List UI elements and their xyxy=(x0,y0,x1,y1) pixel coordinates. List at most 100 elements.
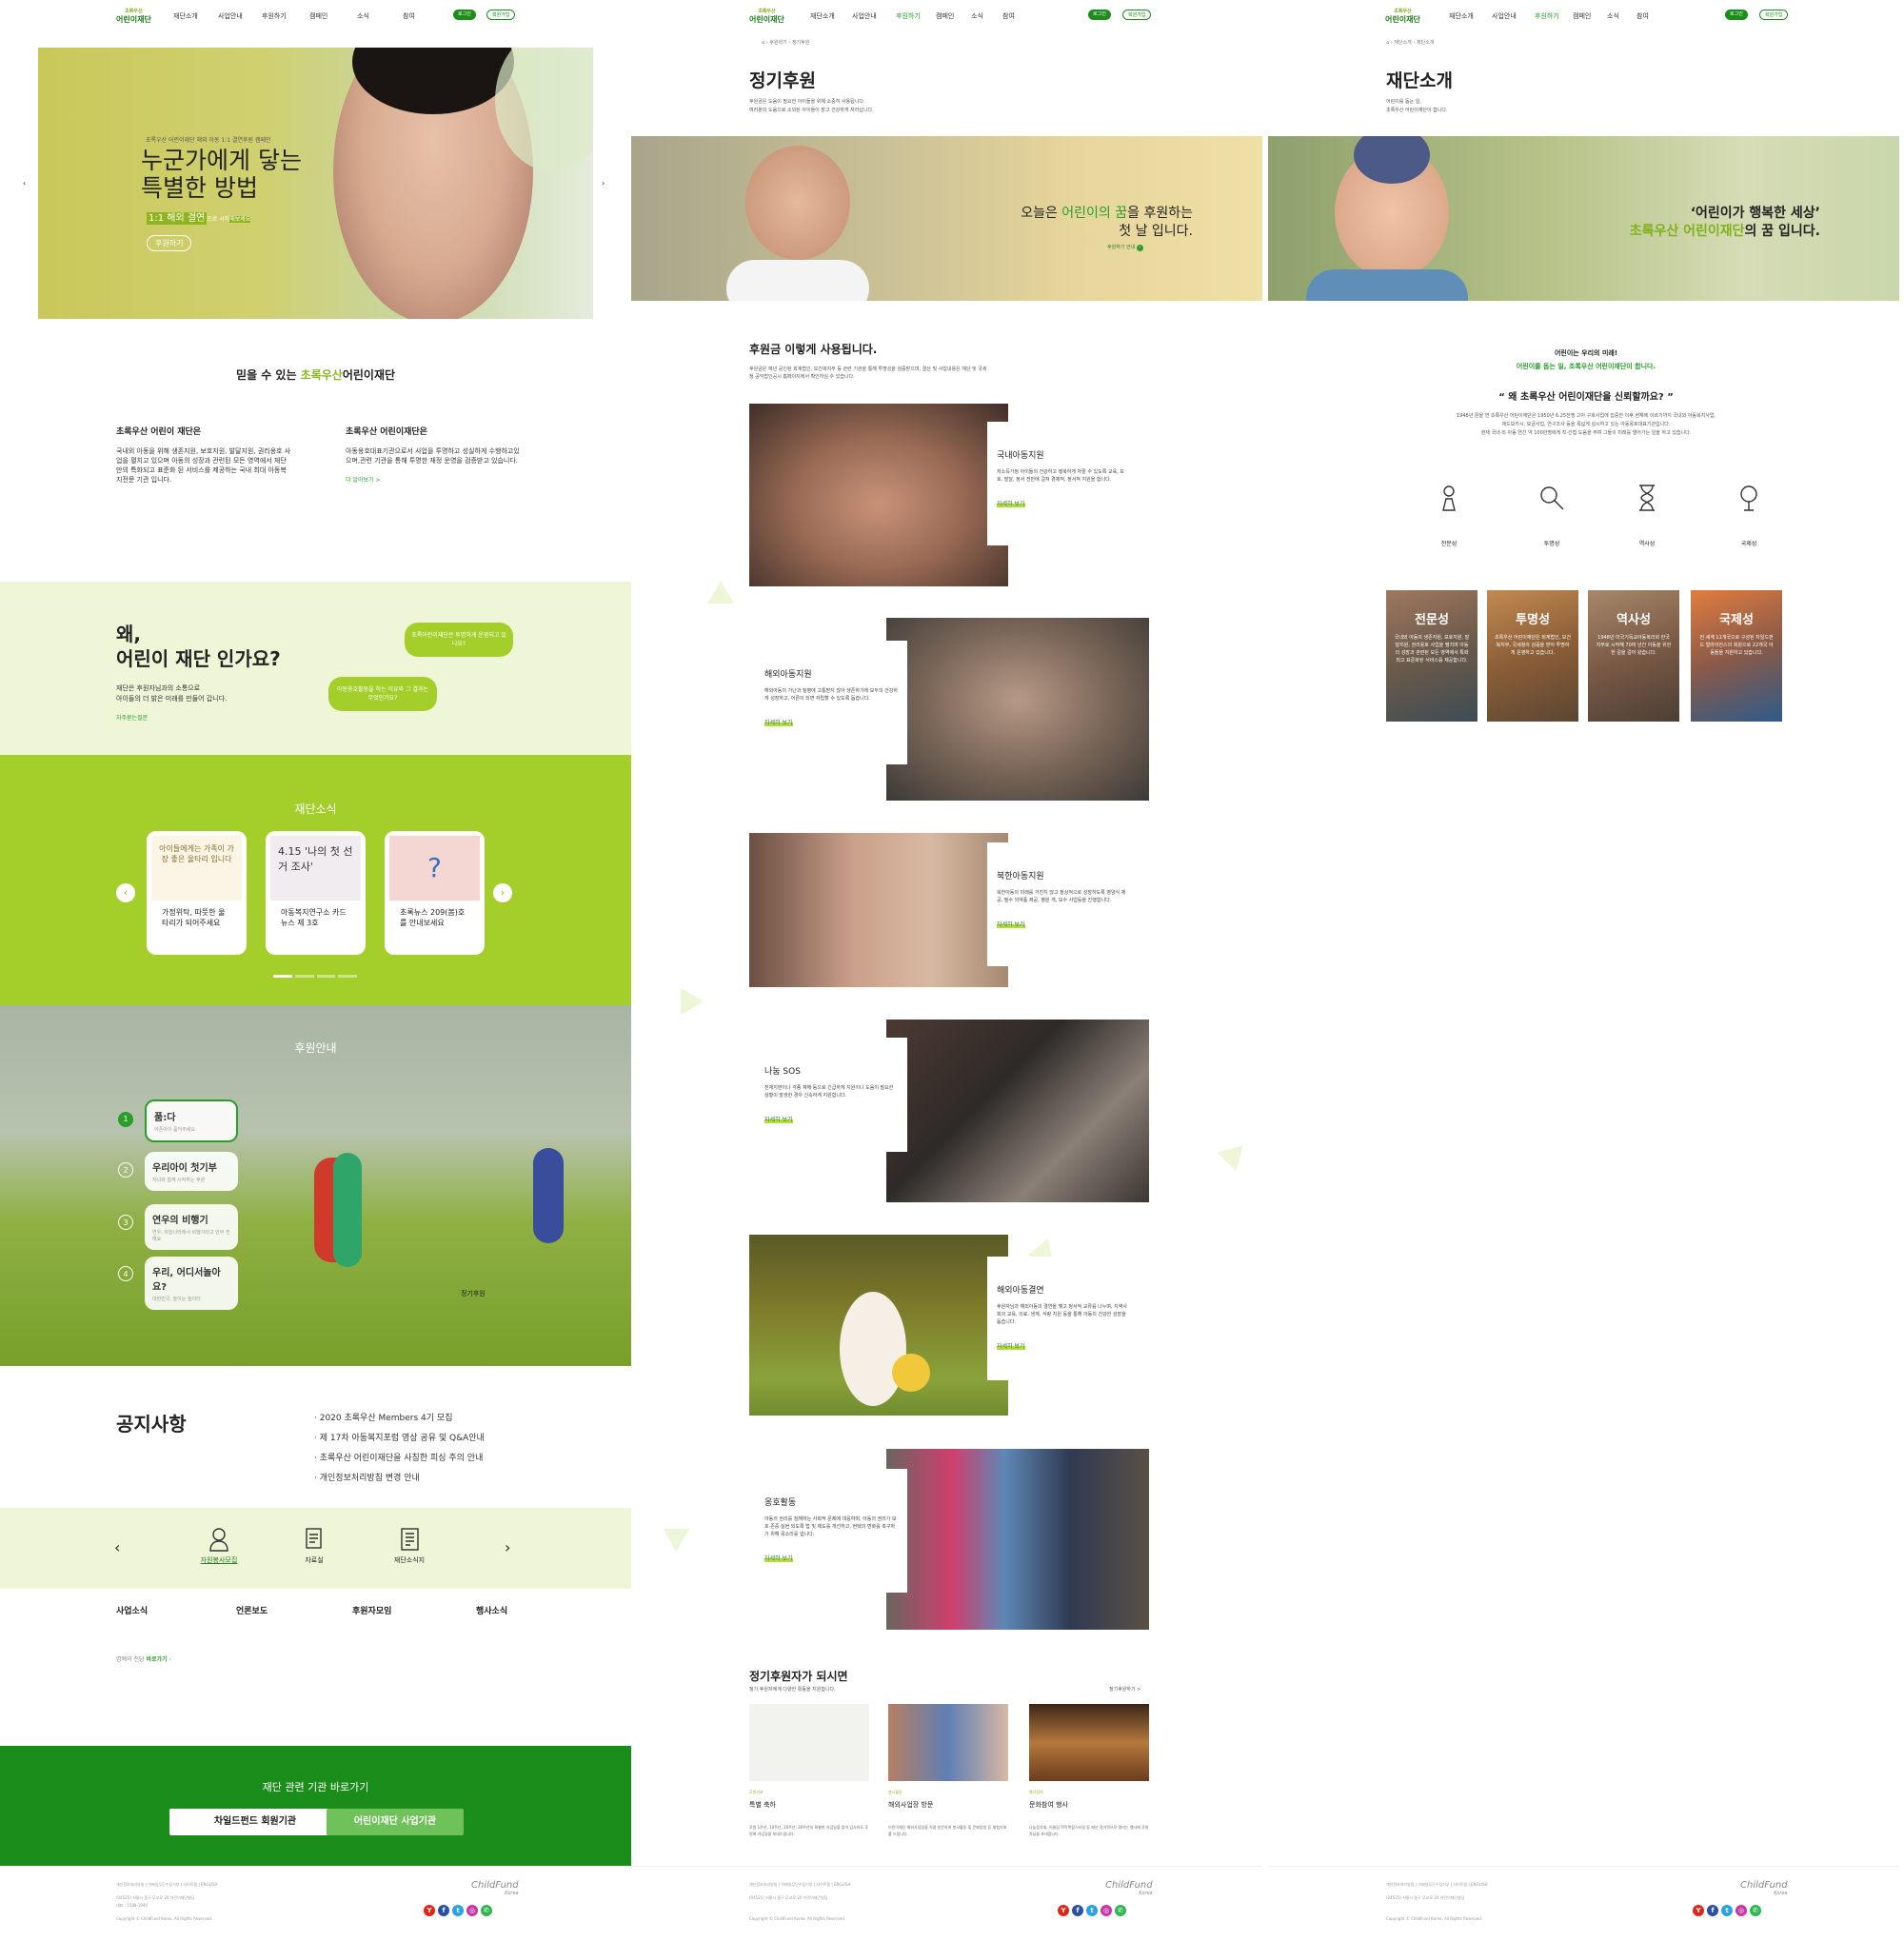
logo[interactable]: 초록우산 어린이재단 xyxy=(749,8,784,25)
nk-support-more[interactable]: 자세히 보기 xyxy=(997,920,1025,928)
benefit-card-2[interactable]: 봉사활동 해외사업장 방문 어린이재단 해외사업장을 직접 방문하여 봉사활동 및 … xyxy=(888,1790,1008,1837)
support-tab-4[interactable]: 우리, 어디서놀아요? 대한민국, 놀이는 놀이터 xyxy=(145,1257,238,1310)
news-card-1[interactable]: 아이들에게는 가족이 가장 좋은 울타리 입니다 가정위탁, 따뜻한 울타리가 … xyxy=(147,831,247,955)
hall-of-fame-link[interactable]: 바로가기 xyxy=(146,1656,167,1663)
news-page-dot[interactable] xyxy=(273,975,292,978)
instagram-icon[interactable]: ◎ xyxy=(1735,1905,1747,1916)
value-card-international[interactable]: 국제성 전 세계 11개국으로 구성된 차일드펀드 얼라이언스의 회원으로 22개… xyxy=(1691,590,1782,722)
kakao-icon[interactable]: ✆ xyxy=(1115,1905,1126,1916)
news-next-arrow[interactable]: › xyxy=(493,883,512,902)
youtube-icon[interactable]: Y xyxy=(424,1905,435,1916)
facebook-icon[interactable]: f xyxy=(1707,1905,1718,1916)
news-page-dot[interactable] xyxy=(316,975,336,978)
logo[interactable]: 초록우산 어린이재단 xyxy=(1385,8,1420,25)
donation-guide-link[interactable]: 후원하기 안내 › xyxy=(1107,244,1143,251)
regular-donation-link[interactable]: 정기후원 xyxy=(461,1289,486,1298)
notice-item[interactable]: · 초록우산 어린이재단을 사칭한 피싱 주의 안내 xyxy=(314,1449,485,1469)
nav-item-news[interactable]: 소식 xyxy=(971,11,983,21)
youtube-icon[interactable]: Y xyxy=(1693,1905,1704,1916)
nav-item-join[interactable]: 참여 xyxy=(1002,11,1015,21)
archive-link[interactable]: 자료실 xyxy=(286,1527,343,1565)
support-tab-1[interactable]: 품:다 아픈아이 품어주세요 xyxy=(145,1099,238,1142)
kakao-icon[interactable]: ✆ xyxy=(481,1905,492,1916)
volunteer-link[interactable]: 자원봉사모집 xyxy=(190,1527,248,1565)
notice-item[interactable]: · 2020 초록우산 Members 4기 모집 xyxy=(314,1409,485,1429)
hero-prev-arrow[interactable]: ‹ xyxy=(23,179,26,188)
nav-item-campaign[interactable]: 캠페인 xyxy=(936,11,954,21)
support-title: 후원안내 xyxy=(294,1041,337,1055)
logo[interactable]: 초록우산 어린이재단 xyxy=(116,8,151,25)
faq-bubble-1[interactable]: 초록어린이재단은 투명하게 운영되고 있나요? xyxy=(405,623,513,657)
faq-bubble-2[interactable]: 아동옹호활동을 하는 이유와 그 결과는 무엇인가요? xyxy=(328,677,437,711)
benefit-card-1[interactable]: 후원리포 특별 축하 후원 1주년, 10주년, 20주년, 30주년의 특별한 기… xyxy=(749,1790,869,1837)
quick-prev-arrow[interactable]: ‹ xyxy=(114,1538,120,1556)
nav-item-donate[interactable]: 후원하기 xyxy=(1535,11,1559,21)
news-card-2[interactable]: 4.15 '나의 첫 선거 조사' 아동복지연구소 카드뉴스 제 3호 xyxy=(266,831,366,955)
nav-item-join[interactable]: 참여 xyxy=(1636,11,1649,21)
faq-link[interactable]: 자주묻는질문 xyxy=(116,713,148,722)
news-page-dot[interactable] xyxy=(338,975,357,978)
value-card-expertise[interactable]: 전문성 국내외 아동의 생존지원, 보호지원, 발달지원, 권리옹호 사업을 펼치… xyxy=(1386,590,1478,722)
signup-button[interactable]: 회원가입 xyxy=(1122,10,1152,20)
nav-item-news[interactable]: 소식 xyxy=(1607,11,1619,21)
nav-item-about[interactable]: 재단소개 xyxy=(810,11,835,21)
facebook-icon[interactable]: f xyxy=(1072,1905,1083,1916)
about-more-link[interactable]: 더 알아보기 > xyxy=(346,475,522,484)
newsletter-link[interactable]: 재단소식지 xyxy=(381,1527,438,1565)
hero-donate-button[interactable]: 후원하기 xyxy=(147,235,192,251)
signup-button[interactable]: 회원가입 xyxy=(486,10,516,20)
nav-item-about[interactable]: 재단소개 xyxy=(1449,11,1474,21)
facebook-icon[interactable]: f xyxy=(438,1905,449,1916)
news-prev-arrow[interactable]: ‹ xyxy=(116,883,135,902)
nav-item-campaign[interactable]: 캠페인 xyxy=(1573,11,1591,21)
nav-item-news[interactable]: 소식 xyxy=(357,11,369,21)
instagram-icon[interactable]: ◎ xyxy=(1101,1905,1112,1916)
nav-item-business[interactable]: 사업안내 xyxy=(218,11,243,21)
childfund-member-button[interactable]: 차일드펀드 회원기관 xyxy=(169,1809,341,1835)
nav-item-join[interactable]: 참여 xyxy=(403,11,415,21)
home-icon[interactable]: ⌂ xyxy=(1386,40,1389,46)
nav-item-business[interactable]: 사업안내 xyxy=(1492,11,1517,21)
category-business-news[interactable]: 사업소식 xyxy=(116,1604,148,1616)
notice-item[interactable]: · 제 17차 아동복지포럼 영상 공유 및 Q&A안내 xyxy=(314,1429,485,1449)
news-card-3[interactable]: ? 초록뉴스 209(봄)호를 안내보세요 xyxy=(385,831,485,955)
signup-button[interactable]: 회원가입 xyxy=(1759,10,1789,20)
notice-item[interactable]: · 개인정보처리방침 변경 안내 xyxy=(314,1469,485,1489)
home-icon[interactable]: ⌂ xyxy=(762,40,764,46)
nav-item-campaign[interactable]: 캠페인 xyxy=(309,11,327,21)
twitter-icon[interactable]: t xyxy=(1721,1905,1733,1916)
login-button[interactable]: 로그인 xyxy=(1088,10,1111,20)
overseas-support-more[interactable]: 자세히 보기 xyxy=(764,718,793,726)
sponsorship-more[interactable]: 자세히 보기 xyxy=(997,1341,1025,1350)
nav-item-donate[interactable]: 후원하기 xyxy=(896,11,921,21)
twitter-icon[interactable]: t xyxy=(1086,1905,1098,1916)
value-card-history[interactable]: 역사성 1948년 미국기독교아동복리회 한국지부로 시작해 70여 년간 아동을… xyxy=(1588,590,1679,722)
nav-item-donate[interactable]: 후원하기 xyxy=(262,11,287,21)
kakao-icon[interactable]: ✆ xyxy=(1750,1905,1761,1916)
usage-title: 후원금 이렇게 사용됩니다. xyxy=(749,343,878,356)
value-card-transparency[interactable]: 투명성 초록우산 어린이재단은 회계법인, 보건복지부, 국세청의 검증을 받아 … xyxy=(1487,590,1578,722)
sos-more[interactable]: 자세히 보기 xyxy=(764,1115,793,1123)
support-tab-3[interactable]: 연우의 비행기 연우, 하늘나라에서 비행기타고 안부 전해요 xyxy=(145,1204,238,1250)
twitter-icon[interactable]: t xyxy=(452,1905,464,1916)
login-button[interactable]: 로그인 xyxy=(453,10,476,20)
domestic-support-more[interactable]: 자세히 보기 xyxy=(997,499,1025,507)
category-press[interactable]: 언론보도 xyxy=(236,1604,268,1616)
login-button[interactable]: 로그인 xyxy=(1725,10,1748,20)
nav-item-business[interactable]: 사업안내 xyxy=(852,11,877,21)
youtube-icon[interactable]: Y xyxy=(1058,1905,1069,1916)
category-donor-meetings[interactable]: 후원자모임 xyxy=(352,1604,391,1616)
quick-next-arrow[interactable]: › xyxy=(505,1538,510,1556)
news-page-dot[interactable] xyxy=(294,975,314,978)
child-dress xyxy=(840,1292,906,1406)
category-events[interactable]: 행사소식 xyxy=(476,1604,507,1616)
business-org-button[interactable]: 어린이재단 사업기관 xyxy=(327,1809,464,1835)
breadcrumb: ⌂ › 재단소개 › 재단소개 xyxy=(1386,40,1435,46)
nav-item-about[interactable]: 재단소개 xyxy=(173,11,198,21)
benefit-card-3[interactable]: 행사참여 문화참여 행사 나눔음악회, 어울림 학작복합스타일 등 매년 정기적으로… xyxy=(1029,1790,1149,1837)
instagram-icon[interactable]: ◎ xyxy=(466,1905,478,1916)
benefit-more-link[interactable]: 정기후원하기 > xyxy=(1109,1686,1140,1693)
hero-next-arrow[interactable]: › xyxy=(602,179,605,188)
advocacy-more[interactable]: 자세히 보기 xyxy=(764,1554,793,1562)
support-tab-2[interactable]: 우리아이 첫기부 자녀와 함께 시작하는 후원 xyxy=(145,1152,238,1191)
